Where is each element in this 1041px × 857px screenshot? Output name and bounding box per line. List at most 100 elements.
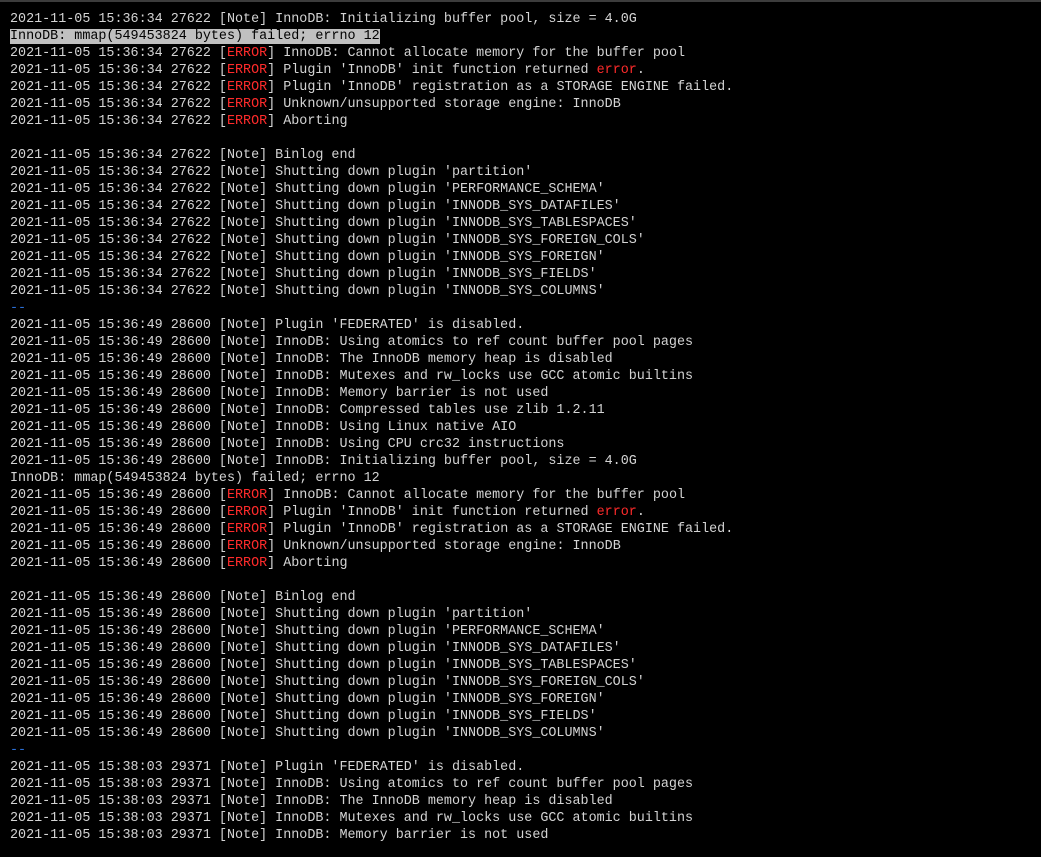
log-line: 2021-11-05 15:38:03 29371 [Note] Plugin … [10, 759, 1041, 776]
log-text: 2021-11-05 15:36:34 27622 [Note] Shuttin… [10, 233, 645, 248]
log-line: 2021-11-05 15:38:03 29371 [Note] InnoDB:… [10, 810, 1041, 827]
log-line: 2021-11-05 15:36:49 28600 [Note] Shuttin… [10, 657, 1041, 674]
log-line: 2021-11-05 15:36:34 27622 [Note] Shuttin… [10, 215, 1041, 232]
log-line: 2021-11-05 15:36:49 28600 [Note] InnoDB:… [10, 419, 1041, 436]
log-line: 2021-11-05 15:36:49 28600 [Note] Plugin … [10, 317, 1041, 334]
log-message: ] Unknown/unsupported storage engine: In… [267, 97, 621, 112]
log-blank-line [10, 130, 1041, 147]
log-line: 2021-11-05 15:36:49 28600 [Note] InnoDB:… [10, 385, 1041, 402]
error-tag: ERROR [226, 80, 268, 95]
log-separator: -- [10, 742, 1041, 759]
log-text: 2021-11-05 15:36:49 28600 [Note] Binlog … [10, 590, 356, 605]
log-line: 2021-11-05 15:36:49 28600 [Note] Shuttin… [10, 708, 1041, 725]
log-line: 2021-11-05 15:36:34 27622 [Note] Shuttin… [10, 249, 1041, 266]
log-line: 2021-11-05 15:38:03 29371 [Note] InnoDB:… [10, 776, 1041, 793]
log-prefix: 2021-11-05 15:36:49 28600 [ [10, 522, 227, 537]
error-word: error [596, 505, 637, 520]
log-prefix: 2021-11-05 15:36:49 28600 [ [10, 488, 227, 503]
log-line: 2021-11-05 15:36:34 27622 [Note] Shuttin… [10, 283, 1041, 300]
log-prefix: 2021-11-05 15:36:34 27622 [ [10, 46, 227, 61]
log-text: 2021-11-05 15:36:49 28600 [Note] Shuttin… [10, 709, 597, 724]
log-message: ] Plugin 'InnoDB' registration as a STOR… [267, 522, 734, 537]
log-line: InnoDB: mmap(549453824 bytes) failed; er… [10, 470, 1041, 487]
log-line-error: 2021-11-05 15:36:49 28600 [ERROR] Plugin… [10, 521, 1041, 538]
log-line-error: 2021-11-05 15:36:34 27622 [ERROR] Plugin… [10, 79, 1041, 96]
log-text: 2021-11-05 15:36:49 28600 [Note] InnoDB:… [10, 335, 694, 350]
error-tag: ERROR [226, 488, 268, 503]
error-word: error [596, 63, 637, 78]
log-line: 2021-11-05 15:36:49 28600 [Note] InnoDB:… [10, 402, 1041, 419]
error-tag: ERROR [226, 46, 268, 61]
log-line-error: 2021-11-05 15:36:49 28600 [ERROR] Aborti… [10, 555, 1041, 572]
log-text: 2021-11-05 15:36:49 28600 [Note] InnoDB:… [10, 386, 549, 401]
error-tag: ERROR [226, 97, 268, 112]
log-prefix: 2021-11-05 15:36:49 28600 [ [10, 539, 227, 554]
log-prefix: 2021-11-05 15:36:34 27622 [ [10, 114, 227, 129]
log-line-error: 2021-11-05 15:36:49 28600 [ERROR] Plugin… [10, 504, 1041, 521]
log-line: 2021-11-05 15:36:49 28600 [Note] InnoDB:… [10, 334, 1041, 351]
log-text: 2021-11-05 15:38:03 29371 [Note] InnoDB:… [10, 794, 613, 809]
log-tail: . [636, 505, 645, 520]
log-message: ] Plugin 'InnoDB' init function returned [267, 63, 597, 78]
log-prefix: 2021-11-05 15:36:34 27622 [ [10, 97, 227, 112]
log-line: 2021-11-05 15:36:49 28600 [Note] InnoDB:… [10, 436, 1041, 453]
error-tag: ERROR [226, 505, 268, 520]
log-line: 2021-11-05 15:36:49 28600 [Note] Binlog … [10, 589, 1041, 606]
log-line: 2021-11-05 15:38:03 29371 [Note] InnoDB:… [10, 793, 1041, 810]
log-text: 2021-11-05 15:36:49 28600 [Note] InnoDB:… [10, 403, 605, 418]
log-prefix: 2021-11-05 15:36:49 28600 [ [10, 556, 227, 571]
log-blank-line [10, 572, 1041, 589]
log-text: 2021-11-05 15:36:49 28600 [Note] Shuttin… [10, 658, 637, 673]
log-line: 2021-11-05 15:36:49 28600 [Note] Shuttin… [10, 623, 1041, 640]
log-text: 2021-11-05 15:38:03 29371 [Note] Plugin … [10, 760, 525, 775]
log-text: 2021-11-05 15:36:49 28600 [Note] Shuttin… [10, 607, 533, 622]
log-line-error: 2021-11-05 15:36:34 27622 [ERROR] Aborti… [10, 113, 1041, 130]
error-tag: ERROR [226, 114, 268, 129]
log-line-error: 2021-11-05 15:36:34 27622 [ERROR] Unknow… [10, 96, 1041, 113]
log-message: ] InnoDB: Cannot allocate memory for the… [267, 46, 686, 61]
log-text: 2021-11-05 15:36:49 28600 [Note] Shuttin… [10, 692, 605, 707]
log-text: 2021-11-05 15:36:49 28600 [Note] InnoDB:… [10, 369, 694, 384]
log-text: 2021-11-05 15:38:03 29371 [Note] InnoDB:… [10, 828, 549, 843]
log-text: 2021-11-05 15:36:49 28600 [Note] Plugin … [10, 318, 525, 333]
log-line: 2021-11-05 15:36:34 27622 [Note] Shuttin… [10, 232, 1041, 249]
log-line: 2021-11-05 15:36:49 28600 [Note] Shuttin… [10, 606, 1041, 623]
log-text: InnoDB: mmap(549453824 bytes) failed; er… [10, 29, 380, 44]
log-line-selected: InnoDB: mmap(549453824 bytes) failed; er… [10, 28, 1041, 45]
log-line: 2021-11-05 15:36:49 28600 [Note] Shuttin… [10, 691, 1041, 708]
log-text: InnoDB: mmap(549453824 bytes) failed; er… [10, 471, 380, 486]
log-line: 2021-11-05 15:38:03 29371 [Note] InnoDB:… [10, 827, 1041, 844]
log-text: 2021-11-05 15:36:34 27622 [Note] Binlog … [10, 148, 356, 163]
error-tag: ERROR [226, 522, 268, 537]
log-line: 2021-11-05 15:36:49 28600 [Note] Shuttin… [10, 725, 1041, 742]
log-text: 2021-11-05 15:38:03 29371 [Note] InnoDB:… [10, 777, 694, 792]
log-message: ] InnoDB: Cannot allocate memory for the… [267, 488, 686, 503]
log-text: 2021-11-05 15:36:49 28600 [Note] InnoDB:… [10, 420, 517, 435]
log-line: 2021-11-05 15:36:49 28600 [Note] Shuttin… [10, 674, 1041, 691]
log-text: 2021-11-05 15:36:49 28600 [Note] Shuttin… [10, 726, 605, 741]
log-line: 2021-11-05 15:36:49 28600 [Note] InnoDB:… [10, 368, 1041, 385]
log-prefix: 2021-11-05 15:36:34 27622 [ [10, 63, 227, 78]
log-prefix: 2021-11-05 15:36:49 28600 [ [10, 505, 227, 520]
log-text: 2021-11-05 15:36:49 28600 [Note] Shuttin… [10, 641, 621, 656]
log-text: 2021-11-05 15:36:49 28600 [Note] InnoDB:… [10, 454, 637, 469]
log-separator: -- [10, 300, 1041, 317]
error-tag: ERROR [226, 556, 268, 571]
log-line-error: 2021-11-05 15:36:34 27622 [ERROR] InnoDB… [10, 45, 1041, 62]
terminal-output[interactable]: 2021-11-05 15:36:34 27622 [Note] InnoDB:… [0, 0, 1041, 857]
log-message: ] Plugin 'InnoDB' registration as a STOR… [267, 80, 734, 95]
log-line-error: 2021-11-05 15:36:49 28600 [ERROR] Unknow… [10, 538, 1041, 555]
log-line: 2021-11-05 15:36:49 28600 [Note] InnoDB:… [10, 453, 1041, 470]
log-message: ] Unknown/unsupported storage engine: In… [267, 539, 621, 554]
log-line: 2021-11-05 15:36:34 27622 [Note] Shuttin… [10, 181, 1041, 198]
log-text: -- [10, 301, 27, 316]
log-message: ] Aborting [267, 114, 348, 129]
log-text: 2021-11-05 15:36:34 27622 [Note] Shuttin… [10, 216, 637, 231]
log-text: 2021-11-05 15:36:34 27622 [Note] InnoDB:… [10, 12, 637, 27]
log-text: 2021-11-05 15:38:03 29371 [Note] InnoDB:… [10, 811, 694, 826]
log-text: 2021-11-05 15:36:34 27622 [Note] Shuttin… [10, 182, 605, 197]
log-line-error: 2021-11-05 15:36:49 28600 [ERROR] InnoDB… [10, 487, 1041, 504]
error-tag: ERROR [226, 63, 268, 78]
log-text: 2021-11-05 15:36:34 27622 [Note] Shuttin… [10, 199, 621, 214]
log-line: 2021-11-05 15:36:34 27622 [Note] Shuttin… [10, 164, 1041, 181]
